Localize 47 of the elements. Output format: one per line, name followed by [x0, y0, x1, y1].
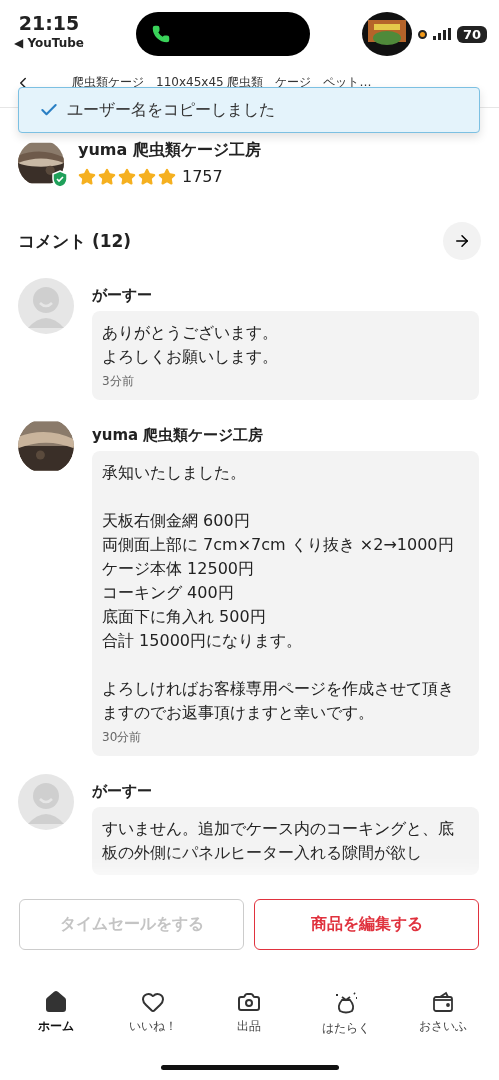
item-title: 爬虫類ケージ 110x45x45 爬虫類 ケージ ペット…	[72, 74, 372, 91]
comment-line: コーキング 400円	[102, 582, 235, 604]
tab-bar-item[interactable]: 出品	[214, 990, 285, 1037]
tab-bar-item[interactable]: ホーム	[21, 990, 92, 1037]
home-icon	[44, 990, 69, 1014]
toast-message: ユーザー名をコピーしました	[67, 99, 275, 121]
tab-bar-item[interactable]: いいね！	[117, 990, 188, 1037]
comment-line: ケージ本体 12500円	[102, 558, 255, 580]
rating-count: 1757	[182, 167, 223, 186]
commenter-name[interactable]: がーすー	[92, 286, 479, 305]
commenter-name[interactable]: がーすー	[92, 782, 479, 801]
comments-title: コメント (12)	[18, 229, 132, 253]
star-icon	[78, 167, 96, 186]
comment-line: よろしくお願いします。	[102, 346, 279, 368]
arrow-right-icon	[453, 232, 471, 250]
tab-bar-item[interactable]: はたらく	[311, 990, 382, 1037]
comment-time: 30分前	[102, 729, 143, 746]
comment-line: ありがとうございます。	[102, 322, 279, 344]
action-button[interactable]: 商品を編集する	[254, 899, 479, 950]
comment-line: 合計 15000円になります。	[102, 630, 303, 652]
commenter-name[interactable]: yuma 爬虫類ケージ工房	[92, 426, 479, 445]
star-icon	[138, 167, 156, 186]
comment-line: 天板右側金網 600円	[102, 510, 251, 532]
bag-icon	[333, 990, 360, 1016]
comment-line: 両側面上部に 7cm×7cm くり抜き ×2→1000円	[102, 534, 455, 556]
comments-more-button[interactable]	[443, 222, 481, 260]
comment-line: すいません。追加でケース内のコーキングと、底板の外側にパネルヒーター入れる隙間が欲し	[102, 818, 455, 864]
tab-bar-item[interactable]: おさいふ	[407, 990, 478, 1037]
phone-icon	[151, 25, 170, 43]
heart-icon	[140, 990, 165, 1014]
comment-line: 承知いたしました。	[102, 462, 247, 484]
star-icon	[118, 167, 136, 186]
comment-time: 3分前	[102, 373, 135, 390]
avatar-icon	[18, 278, 74, 334]
signal-icon	[432, 28, 451, 40]
star-icon	[98, 167, 116, 186]
seller-name[interactable]: yuma 爬虫類ケージ工房	[78, 140, 261, 161]
camera-icon	[237, 990, 262, 1014]
star-icon	[158, 167, 176, 186]
avatar-icon	[18, 774, 74, 830]
battery-level: 70	[456, 25, 487, 43]
back-to-app-link[interactable]: ◀ YouTube	[14, 36, 84, 50]
recording-dot-icon	[417, 29, 427, 39]
status-time: 21:15	[18, 12, 80, 34]
comment-line: よろしければお客様専用ページを作成させて頂きますのでお返事頂けますと幸いです。	[102, 678, 455, 724]
comment-line: 底面下に角入れ 500円	[102, 606, 267, 628]
wallet-icon	[430, 990, 455, 1014]
